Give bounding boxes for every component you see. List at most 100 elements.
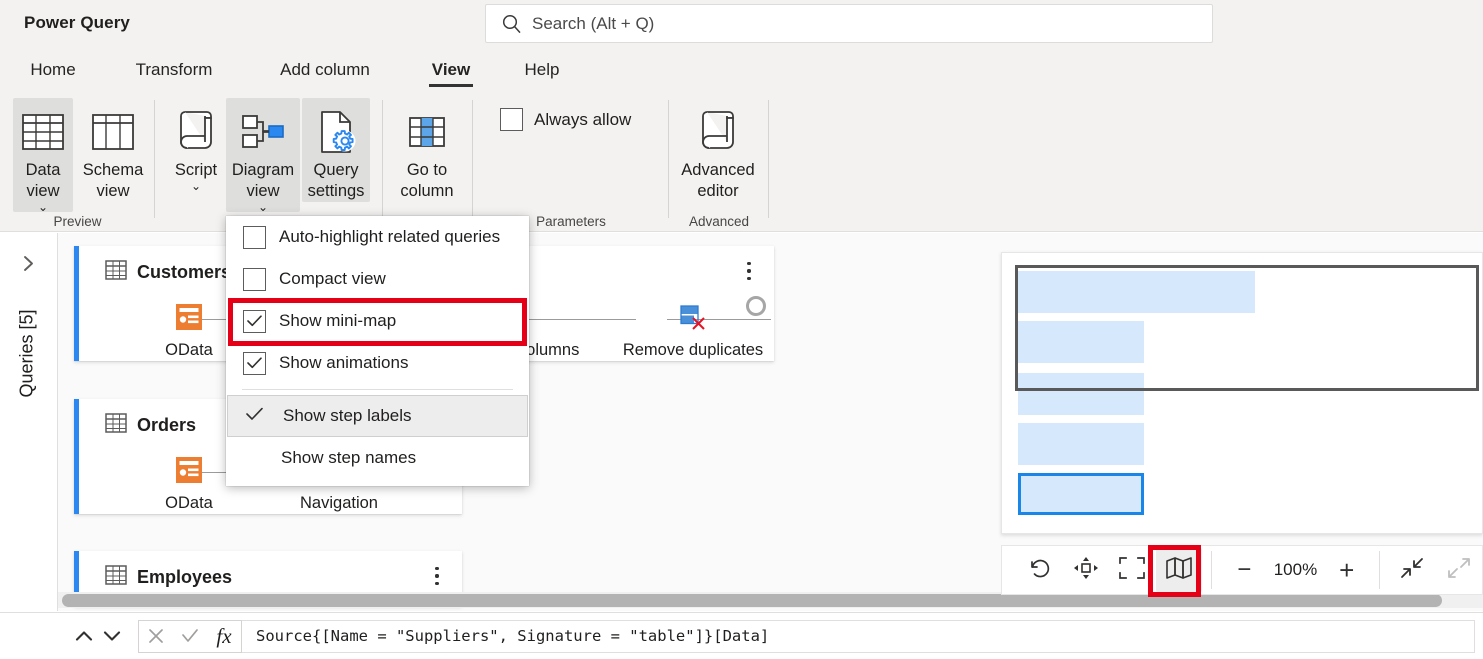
- fx-button[interactable]: fx: [207, 621, 241, 652]
- expand-view-button[interactable]: [1435, 548, 1482, 592]
- diagram-icon: [240, 104, 286, 160]
- collapse-view-button[interactable]: [1389, 548, 1436, 592]
- go-to-column-label: Go to column: [400, 161, 454, 200]
- cancel-formula-button[interactable]: [139, 621, 173, 652]
- menu-item-label: Show step labels: [283, 406, 412, 425]
- query-output-node[interactable]: [746, 296, 766, 316]
- diagram-view-button[interactable]: Diagram view ⌄: [226, 98, 300, 213]
- formula-bar: fx Source{[Name = "Suppliers", Signature…: [0, 612, 1483, 659]
- checkbox-box-checked: [243, 351, 266, 375]
- goto-column-icon: [405, 104, 449, 160]
- scroll-icon: [175, 104, 217, 160]
- step-label: OData: [165, 494, 213, 512]
- tab-help[interactable]: Help: [514, 47, 570, 92]
- pan-tool-button[interactable]: [1063, 548, 1110, 592]
- diagram-view-dropdown-menu[interactable]: Auto-highlight related queries Compact v…: [226, 216, 529, 486]
- search-input[interactable]: Search (Alt + Q): [485, 4, 1213, 43]
- formula-input[interactable]: Source{[Name = "Suppliers", Signature = …: [242, 619, 1475, 653]
- menu-item-show-step-names[interactable]: Show step names: [226, 437, 529, 479]
- toolbar-separator: [1211, 551, 1212, 589]
- tab-view[interactable]: View: [420, 47, 482, 92]
- menu-separator: [242, 389, 513, 390]
- toggle-minimap-button[interactable]: [1155, 548, 1202, 592]
- card-more-options-button[interactable]: [738, 258, 760, 284]
- checkbox-box: [243, 267, 266, 291]
- step-odata[interactable]: OData: [147, 301, 231, 360]
- zoom-level-label: 100%: [1273, 560, 1318, 579]
- fit-to-screen-button[interactable]: [1109, 548, 1156, 592]
- zoom-toolbar: − 100% +: [1001, 545, 1483, 595]
- formula-action-group: fx: [138, 619, 242, 653]
- script-button[interactable]: Script ⌄: [168, 98, 224, 192]
- card-name: Customers: [137, 262, 232, 282]
- ribbon: Preview Data view ⌄ Schema view Script ⌄…: [0, 92, 1483, 232]
- step-odata[interactable]: OData: [147, 454, 231, 513]
- zoom-out-button[interactable]: −: [1221, 548, 1268, 592]
- table-icon: [105, 260, 127, 285]
- ribbon-group-label-preview: Preview: [53, 214, 102, 229]
- chevron-down-icon[interactable]: ⌄: [191, 180, 201, 192]
- ribbon-group-label-advanced: Advanced: [688, 214, 750, 229]
- card-accent-bar: [74, 399, 79, 514]
- step-remove-duplicates[interactable]: Remove duplicates: [619, 301, 767, 360]
- chevron-down-icon[interactable]: ⌄: [258, 201, 268, 213]
- fit-screen-icon: [1118, 556, 1146, 585]
- script-label: Script: [174, 161, 218, 179]
- confirm-formula-button[interactable]: [173, 621, 207, 652]
- menu-item-label: Show animations: [279, 353, 409, 372]
- card-name: Orders: [137, 415, 197, 435]
- card-more-options-button[interactable]: [426, 563, 448, 589]
- search-placeholder: Search (Alt + Q): [532, 13, 655, 33]
- tab-transform[interactable]: Transform: [120, 47, 228, 92]
- tab-home[interactable]: Home: [22, 47, 84, 92]
- reset-view-button[interactable]: [1016, 548, 1063, 592]
- queries-panel-label: Queries [5]: [16, 309, 37, 398]
- scroll-icon: [697, 104, 739, 160]
- table-icon: [105, 413, 127, 438]
- zoom-in-button[interactable]: +: [1323, 548, 1370, 592]
- card-title-employees: Employees: [105, 565, 232, 590]
- odata-icon: [175, 454, 203, 486]
- menu-item-label: Compact view: [279, 269, 386, 288]
- step-label: Remove duplicates: [622, 341, 764, 359]
- menu-item-label: Show step names: [281, 448, 417, 467]
- card-accent-bar: [74, 246, 79, 361]
- table-icon: [105, 565, 127, 590]
- query-settings-label: Query settings: [307, 161, 365, 200]
- query-settings-button[interactable]: Query settings: [302, 98, 370, 202]
- queries-panel: Queries [5]: [0, 233, 58, 611]
- chevron-down-icon[interactable]: ⌄: [38, 201, 48, 213]
- minimap-block-selected: [1018, 473, 1144, 515]
- app-title: Power Query: [24, 13, 130, 32]
- card-title-customers: Customers: [105, 260, 231, 285]
- search-icon: [501, 13, 523, 35]
- tab-add-column[interactable]: Add column: [257, 47, 393, 92]
- title-bar: Power Query Search (Alt + Q): [0, 0, 1483, 47]
- menu-item-label: Auto-highlight related queries: [279, 227, 501, 246]
- menu-item-show-step-labels[interactable]: Show step labels: [227, 395, 528, 437]
- advanced-editor-button[interactable]: Advanced editor: [670, 98, 766, 202]
- menu-item-show-animations[interactable]: Show animations: [226, 342, 529, 384]
- menu-item-show-mini-map[interactable]: Show mini-map: [226, 300, 529, 342]
- schema-view-button[interactable]: Schema view: [76, 98, 150, 202]
- minimap-viewport[interactable]: [1015, 265, 1479, 391]
- collapse-arrows-icon: [1399, 556, 1425, 585]
- menu-item-compact-view[interactable]: Compact view: [226, 258, 529, 300]
- ribbon-tabs: Home Transform Add column View Help: [0, 47, 1483, 92]
- checkbox-box-checked: [243, 309, 266, 333]
- advanced-editor-label: Advanced editor: [681, 161, 755, 200]
- next-step-button[interactable]: [98, 621, 126, 651]
- go-to-column-button[interactable]: Go to column: [392, 98, 462, 202]
- menu-item-auto-highlight[interactable]: Auto-highlight related queries: [226, 216, 529, 258]
- fx-label: fx: [216, 623, 232, 648]
- previous-step-button[interactable]: [70, 621, 98, 651]
- data-view-button[interactable]: Data view ⌄: [13, 98, 73, 213]
- chevron-right-icon[interactable]: [20, 255, 37, 278]
- schema-view-label: Schema view: [82, 161, 144, 200]
- mini-map[interactable]: [1001, 252, 1483, 534]
- menu-item-label: Show mini-map: [279, 311, 397, 330]
- checkbox-box: [500, 108, 523, 131]
- map-icon: [1165, 556, 1193, 585]
- always-allow-checkbox[interactable]: Always allow: [500, 108, 631, 131]
- scrollbar-thumb[interactable]: [62, 594, 1442, 607]
